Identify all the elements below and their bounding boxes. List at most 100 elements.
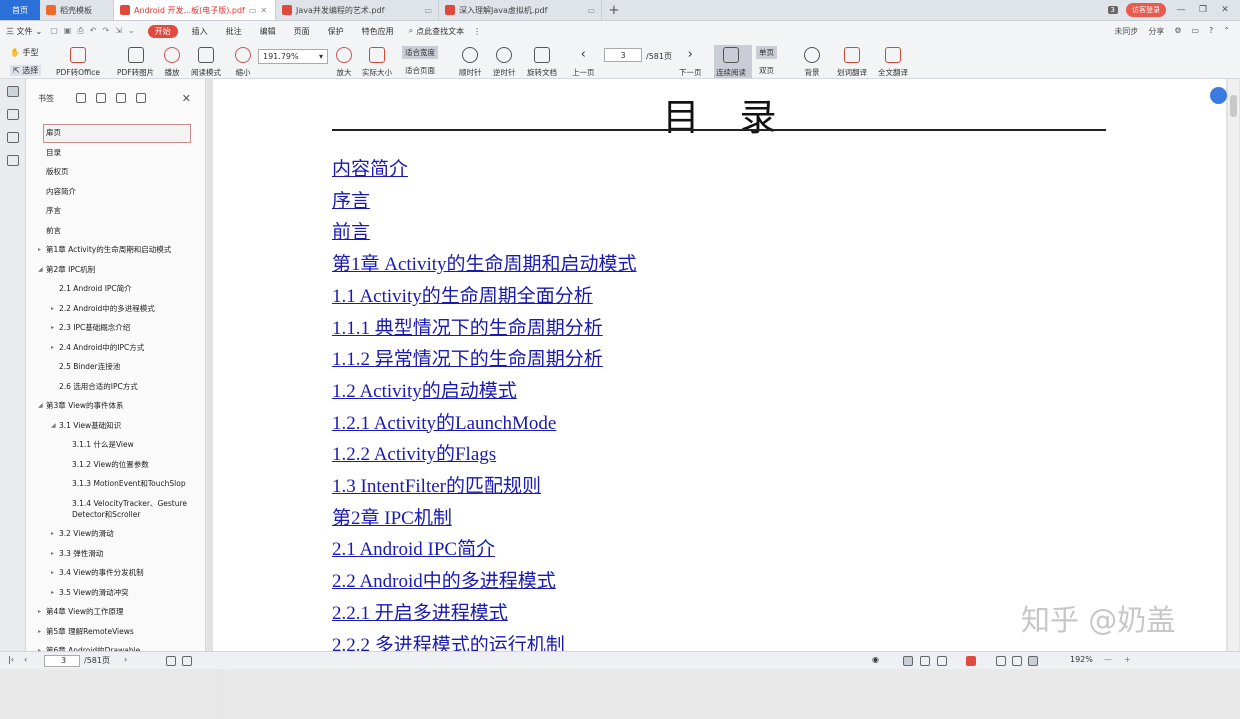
single-page-view-icon[interactable] [903,656,913,666]
hand-tool[interactable]: ✋ 手型 [10,47,39,58]
close-icon[interactable]: ✕ [260,6,267,15]
collapse-icon[interactable]: ⌃ [1223,26,1230,37]
more-icon[interactable]: ⌄ [128,26,135,36]
print-icon[interactable]: ⎙ [77,26,83,36]
fit-icon[interactable] [996,656,1006,666]
toc-link[interactable]: 前言 [332,217,370,244]
rotate-clockwise-button[interactable]: 顺时针 [459,47,482,78]
pdf-to-office-button[interactable]: PDF转Office [56,47,100,78]
restore-icon[interactable]: ❐ [1196,5,1210,15]
page-menu-icon[interactable] [182,656,192,666]
search-icon[interactable]: ⌕ [403,26,413,36]
undo-icon[interactable]: ↶ [90,26,97,36]
zoom-out-button[interactable]: 缩小 [235,47,251,78]
expand-down-icon[interactable]: ◢ [51,421,56,431]
status-zoom[interactable]: 192% [1070,655,1093,664]
tab-jvm-pdf[interactable]: 深入理解Java虚拟机.pdf ▭ [439,0,602,20]
collapse-all-icon[interactable] [96,93,106,103]
reading-mode-button[interactable]: 阅读模式 [191,47,221,78]
eye-icon[interactable]: ◉ [872,655,879,664]
open-icon[interactable]: ▢ [50,26,58,36]
expand-down-icon[interactable]: ◢ [38,265,43,275]
select-tool[interactable]: ⇱ 选择 [10,65,42,76]
expand-right-icon[interactable]: ▸ [51,529,54,539]
background-button[interactable]: 背景 [804,47,820,78]
window-count-badge[interactable]: 3 [1107,6,1118,14]
continuous-view-icon[interactable] [920,656,930,666]
help-icon[interactable]: ? [1209,26,1213,37]
expand-all-icon[interactable] [76,93,86,103]
previous-page-button[interactable]: ‹ 上一页 [572,47,595,78]
zoom-in-icon[interactable]: + [1124,655,1131,664]
tab-android-pdf[interactable]: Android 开发...板(电子版).pdf ▭ ✕ [114,0,276,20]
expand-right-icon[interactable]: ▸ [51,549,54,559]
play-slideshow-icon[interactable] [966,656,976,666]
toc-link[interactable]: 1.1 Activity的生命周期全面分析 [332,281,593,308]
expand-right-icon[interactable]: ▸ [51,568,54,578]
prev-page-icon[interactable]: ‹ [24,655,27,664]
toc-link[interactable]: 2.2 Android中的多进程模式 [332,566,556,593]
next-page-button[interactable]: › 下一页 [679,47,702,78]
status-page-input[interactable]: 3 [44,655,80,667]
thumbnail-icon[interactable] [6,109,19,120]
pdf-to-image-button[interactable]: PDF转图片 [117,47,154,78]
menu-protect[interactable]: 保护 [319,26,353,37]
pin-icon[interactable]: ▭ [424,6,432,15]
save-icon[interactable]: ▣ [64,26,72,36]
fit-width-button[interactable]: 适合宽度 [402,46,438,59]
toc-link[interactable]: 第1章 Activity的生命周期和启动模式 [332,249,637,276]
zoom-in-button[interactable]: 放大 [336,47,352,78]
toc-link[interactable]: 1.2.2 Activity的Flags [332,439,496,466]
pin-icon[interactable]: ▭ [587,6,595,15]
floating-assistant-icon[interactable] [1210,87,1227,104]
document-scrollbar[interactable] [1228,79,1239,651]
expand-right-icon[interactable]: ▸ [38,627,41,637]
expand-down-icon[interactable]: ◢ [38,401,43,411]
word-translate-button[interactable]: 划词翻译 [837,47,867,78]
expand-right-icon[interactable]: ▸ [51,304,54,314]
menu-start[interactable]: 开始 [147,24,178,38]
double-page-button[interactable]: 双页 [756,64,777,77]
redo-icon[interactable]: ↷ [102,26,109,36]
fit-page-button[interactable]: 适合页面 [402,64,438,77]
single-page-button[interactable]: 单页 [756,46,777,59]
share-button[interactable]: 分享 [1148,26,1164,37]
sync-status[interactable]: 未同步 [1114,26,1138,37]
toc-link[interactable]: 1.3 IntentFilter的匹配规则 [332,471,541,498]
guest-login-button[interactable]: 访客登录 [1126,3,1166,17]
close-window-icon[interactable]: ✕ [1218,5,1232,15]
toc-link[interactable]: 1.2 Activity的启动模式 [332,376,517,403]
menu-edit[interactable]: 编辑 [251,26,285,37]
fullscreen-icon[interactable] [1012,656,1022,666]
toc-link[interactable]: 1.1.1 典型情况下的生命周期分析 [332,313,603,340]
play-button[interactable]: 播放 [164,47,180,78]
zoom-level-select[interactable]: 191.79% ▾ [258,49,328,64]
toc-link[interactable]: 2.2.1 开启多进程模式 [332,598,508,625]
next-page-icon[interactable]: › [124,655,127,664]
toc-link[interactable]: 内容简介 [332,154,408,181]
bookmark-panel-icon[interactable] [6,86,19,97]
expand-right-icon[interactable]: ▸ [51,323,54,333]
file-menu[interactable]: 三 文件 ⌄ [0,26,42,37]
delete-bookmark-icon[interactable] [136,93,146,103]
menu-insert[interactable]: 插入 [183,26,217,37]
zoom-slider[interactable]: — [1104,655,1112,664]
more-options-icon[interactable]: ⋮ [473,27,481,36]
add-page-icon[interactable] [166,656,176,666]
tab-docer-templates[interactable]: 稻壳模板 [40,0,114,20]
pin-icon[interactable]: ▭ [249,6,257,15]
close-icon[interactable]: ✕ [182,92,191,105]
first-page-icon[interactable]: |‹ [8,655,14,664]
expand-right-icon[interactable]: ▸ [38,607,41,617]
rotate-document-button[interactable]: 旋转文档 [527,47,557,78]
minimize-icon[interactable]: — [1174,5,1188,15]
tab-java-concurrency-pdf[interactable]: Java并发编程的艺术.pdf ▭ [276,0,439,20]
tab-home[interactable]: 首页 [0,0,40,20]
full-translate-button[interactable]: 全文翻译 [878,47,908,78]
actual-size-button[interactable]: 实际大小 [362,47,392,78]
expand-right-icon[interactable]: ▸ [51,343,54,353]
annotation-icon[interactable] [6,132,19,143]
add-tab-button[interactable]: + [602,0,626,20]
rotate-counterclockwise-button[interactable]: 逆时针 [493,47,516,78]
page-number-input[interactable]: 3 [604,48,642,62]
